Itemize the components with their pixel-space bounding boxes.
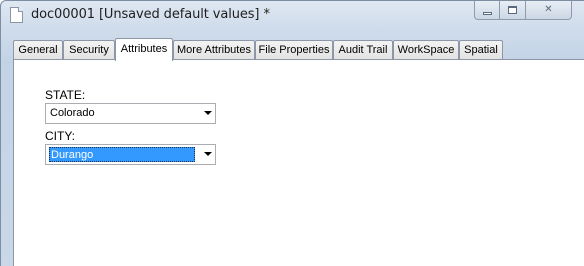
close-icon: ✕ [544,4,553,15]
city-label: CITY: [45,129,76,143]
tab-general[interactable]: General [13,40,63,60]
chevron-down-icon[interactable] [204,111,212,115]
tab-file-properties[interactable]: File Properties [255,40,333,60]
tab-more-attributes[interactable]: More Attributes [173,40,255,60]
city-dropdown[interactable]: Durango [45,144,216,165]
tab-security[interactable]: Security [63,40,115,60]
city-value: Durango [49,147,195,162]
maximize-icon [508,6,517,14]
tab-attributes[interactable]: Attributes [115,38,173,61]
state-label: STATE: [45,88,86,102]
document-properties-window: doc00001 [Unsaved default values] * ✕ Ge… [0,0,584,266]
tab-spatial[interactable]: Spatial [459,40,503,60]
minimize-button[interactable] [474,1,500,20]
minimize-icon [482,11,492,15]
document-icon [10,7,23,23]
chevron-down-icon[interactable] [204,152,212,156]
state-dropdown[interactable]: Colorado [45,103,216,124]
caption-buttons: ✕ [474,1,572,21]
tab-audit-trail[interactable]: Audit Trail [333,40,393,60]
window-title: doc00001 [Unsaved default values] * [31,7,270,22]
maximize-button[interactable] [500,1,526,20]
tab-workspace[interactable]: WorkSpace [393,40,459,60]
close-button[interactable]: ✕ [526,1,572,20]
attributes-panel: STATE: Colorado CITY: Durango [13,59,584,266]
state-value: Colorado [50,107,95,119]
title-bar[interactable]: doc00001 [Unsaved default values] * ✕ [1,1,584,31]
